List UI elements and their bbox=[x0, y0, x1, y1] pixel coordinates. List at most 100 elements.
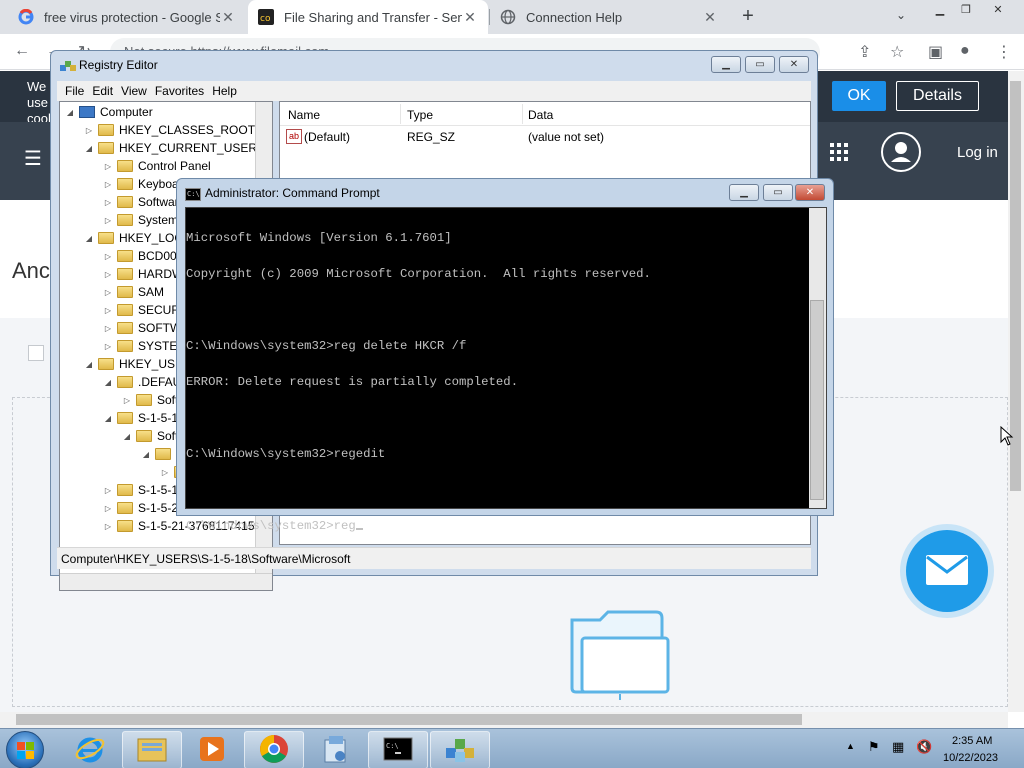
cookie-details-button[interactable]: Details bbox=[896, 81, 979, 111]
bookmark-star-icon[interactable]: ☆ bbox=[890, 42, 904, 62]
scrollbar-thumb[interactable] bbox=[16, 714, 802, 725]
profile-icon[interactable]: ● bbox=[960, 42, 970, 60]
collapse-arrow-icon[interactable]: ◢ bbox=[64, 108, 76, 117]
minimize-icon[interactable]: ▁ bbox=[928, 1, 952, 17]
tab-connection-help[interactable]: Connection Help ✕ bbox=[490, 0, 728, 34]
tree-node[interactable]: ▷ S-1-5-19 bbox=[102, 481, 185, 499]
tree-node[interactable]: ◢ S-1-5-18 bbox=[102, 409, 185, 427]
close-icon[interactable]: ✕ bbox=[795, 184, 825, 201]
column-header-name[interactable]: Name bbox=[288, 108, 320, 122]
console-output[interactable]: Microsoft Windows [Version 6.1.7601] Cop… bbox=[185, 207, 827, 532]
restore-icon[interactable]: ❐ bbox=[954, 1, 978, 17]
collapse-arrow-icon[interactable]: ◢ bbox=[83, 360, 95, 369]
close-tab-icon[interactable]: ✕ bbox=[702, 9, 718, 26]
maximize-icon[interactable]: ▭ bbox=[763, 184, 793, 201]
page-vertical-scrollbar[interactable] bbox=[1008, 71, 1024, 712]
close-tab-icon[interactable]: ✕ bbox=[220, 9, 236, 26]
expand-arrow-icon[interactable]: ▷ bbox=[102, 324, 114, 333]
expand-arrow-icon[interactable]: ▷ bbox=[102, 288, 114, 297]
expand-arrow-icon[interactable]: ▷ bbox=[83, 126, 95, 135]
expand-arrow-icon[interactable]: ▷ bbox=[121, 396, 133, 405]
tree-node[interactable]: ▷ SAM bbox=[102, 283, 164, 301]
cookie-ok-button[interactable]: OK bbox=[832, 81, 886, 111]
scrollbar-thumb[interactable] bbox=[810, 300, 824, 500]
expand-arrow-icon[interactable]: ▷ bbox=[102, 198, 114, 207]
expand-arrow-icon[interactable]: ▷ bbox=[159, 468, 171, 477]
volume-muted-icon[interactable]: 🔇 bbox=[916, 739, 932, 755]
tree-node[interactable]: ◢ HKEY_CURRENT_USER bbox=[83, 139, 257, 157]
collapse-arrow-icon[interactable]: ◢ bbox=[102, 414, 114, 423]
hamburger-menu-icon[interactable]: ☰ bbox=[24, 146, 42, 171]
contact-mail-button[interactable] bbox=[906, 530, 988, 612]
login-link[interactable]: Log in bbox=[957, 144, 998, 161]
collapse-arrow-icon[interactable]: ◢ bbox=[83, 234, 95, 243]
maximize-icon[interactable]: ▭ bbox=[745, 56, 775, 73]
taskbar-registry-editor[interactable] bbox=[430, 731, 490, 768]
taskbar-chrome[interactable] bbox=[244, 731, 304, 768]
column-header-type[interactable]: Type bbox=[407, 108, 433, 122]
side-panel-icon[interactable]: ▣ bbox=[928, 42, 943, 62]
chrome-menu-icon[interactable]: ⋮ bbox=[996, 42, 1012, 62]
start-button-icon[interactable] bbox=[6, 731, 44, 768]
column-divider[interactable] bbox=[522, 104, 523, 124]
expand-arrow-icon[interactable]: ▷ bbox=[102, 342, 114, 351]
tree-node[interactable]: ▷ S-1-5-20 bbox=[102, 499, 185, 517]
expand-arrow-icon[interactable]: ▷ bbox=[102, 306, 114, 315]
show-hidden-icons-icon[interactable]: ▲ bbox=[846, 741, 855, 751]
expand-arrow-icon[interactable]: ▷ bbox=[102, 270, 114, 279]
account-icon[interactable] bbox=[881, 132, 921, 172]
menu-favorites[interactable]: Favorites bbox=[155, 84, 204, 98]
taskbar-command-prompt[interactable]: C:\ bbox=[368, 731, 428, 768]
expand-arrow-icon[interactable]: ▷ bbox=[102, 216, 114, 225]
expand-arrow-icon[interactable]: ▷ bbox=[102, 180, 114, 189]
close-tab-icon[interactable]: ✕ bbox=[462, 9, 478, 26]
menu-edit[interactable]: Edit bbox=[92, 84, 113, 98]
action-center-flag-icon[interactable]: ⚑ bbox=[868, 739, 880, 755]
tree-node[interactable]: ▷Software bbox=[102, 193, 185, 211]
menu-view[interactable]: View bbox=[121, 84, 147, 98]
expand-arrow-icon[interactable]: ▷ bbox=[102, 162, 114, 171]
menu-file[interactable]: File bbox=[65, 84, 84, 98]
close-icon[interactable]: ✕ bbox=[779, 56, 809, 73]
clock-date[interactable]: 10/22/2023 bbox=[943, 752, 998, 764]
tab-file-sharing[interactable]: co File Sharing and Transfer - Send ✕ bbox=[248, 0, 488, 34]
console-input-line[interactable]: C:\Windows\system32>reg bbox=[186, 520, 810, 532]
cmd-titlebar[interactable]: C:\ Administrator: Command Prompt ▁ ▭ ✕ bbox=[177, 179, 833, 207]
taskbar-media-player[interactable] bbox=[182, 731, 242, 768]
page-checkbox[interactable] bbox=[28, 345, 44, 361]
taskbar-windows-explorer[interactable] bbox=[122, 731, 182, 768]
console-input-text[interactable]: C:\Windows\system32>reg bbox=[186, 519, 356, 533]
tree-node[interactable]: ▷ System bbox=[102, 211, 178, 229]
close-icon[interactable]: ✕ bbox=[986, 1, 1010, 17]
share-icon[interactable]: ⇪ bbox=[858, 42, 871, 62]
minimize-icon[interactable]: ▁ bbox=[711, 56, 741, 73]
tab-search-chevron-icon[interactable]: ⌄ bbox=[896, 8, 906, 22]
registry-value-row[interactable]: ab (Default) REG_SZ (value not set) bbox=[280, 128, 810, 146]
minimize-icon[interactable]: ▁ bbox=[729, 184, 759, 201]
expand-arrow-icon[interactable]: ▷ bbox=[102, 252, 114, 261]
regedit-titlebar[interactable]: Registry Editor ▁ ▭ ✕ bbox=[51, 51, 817, 79]
tree-node[interactable]: ▷ HKEY_CLASSES_ROOT bbox=[83, 121, 255, 139]
clock-time[interactable]: 2:35 AM bbox=[952, 735, 992, 747]
column-header-data[interactable]: Data bbox=[528, 108, 553, 122]
collapse-arrow-icon[interactable]: ◢ bbox=[140, 450, 152, 459]
expand-arrow-icon[interactable]: ▷ bbox=[102, 504, 114, 513]
taskbar-internet-explorer[interactable] bbox=[60, 731, 120, 768]
network-icon[interactable]: ▦ bbox=[892, 739, 904, 755]
tree-horizontal-scrollbar[interactable] bbox=[60, 573, 272, 590]
apps-grid-icon[interactable] bbox=[830, 143, 848, 161]
tree-node[interactable]: ▷ SYSTEM bbox=[102, 337, 187, 355]
expand-arrow-icon[interactable]: ▷ bbox=[102, 522, 114, 531]
back-arrow-icon[interactable]: ← bbox=[14, 42, 30, 60]
column-divider[interactable] bbox=[400, 104, 401, 124]
collapse-arrow-icon[interactable]: ◢ bbox=[102, 378, 114, 387]
collapse-arrow-icon[interactable]: ◢ bbox=[83, 144, 95, 153]
console-scrollbar[interactable] bbox=[809, 208, 826, 508]
expand-arrow-icon[interactable]: ▷ bbox=[102, 486, 114, 495]
collapse-arrow-icon[interactable]: ◢ bbox=[121, 432, 133, 441]
menu-help[interactable]: Help bbox=[212, 84, 237, 98]
taskbar-setup[interactable] bbox=[306, 731, 366, 768]
tree-node[interactable]: ▷ Control Panel bbox=[102, 157, 211, 175]
tab-google-search[interactable]: free virus protection - Google Se ✕ bbox=[8, 0, 246, 34]
tree-node[interactable]: ◢ Computer bbox=[64, 103, 153, 121]
